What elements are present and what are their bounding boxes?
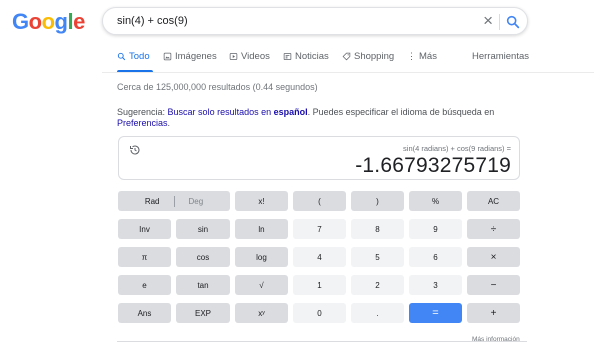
video-icon [229,53,238,60]
percent-key[interactable]: % [409,191,462,211]
tab-imagenes[interactable]: Imágenes [163,51,217,62]
digit-2-key[interactable]: 2 [351,275,404,295]
open-paren-key[interactable]: ( [293,191,346,211]
tab-label: Videos [241,51,270,62]
tab-noticias[interactable]: Noticias [283,51,329,62]
tab-label: Shopping [354,51,395,62]
image-icon [163,52,172,61]
logo-letter: g [54,9,68,34]
exp-key[interactable]: EXP [176,303,230,323]
tab-label: Más [419,51,437,62]
tab-videos[interactable]: Videos [229,51,270,62]
more-vert-icon: ⋮ [407,51,416,61]
multiply-key[interactable]: × [467,247,520,267]
calculator-display: sin(4 radians) + cos(9 radians) = -1.667… [118,136,520,180]
tools-label: Herramientas [472,51,530,62]
digit-5-key[interactable]: 5 [351,247,404,267]
clear-icon[interactable]: × [483,11,493,31]
divide-key[interactable]: ÷ [467,219,520,239]
digit-6-key[interactable]: 6 [409,247,462,267]
digit-1-key[interactable]: 1 [293,275,346,295]
deg-label: Deg [188,196,204,206]
digit-4-key[interactable]: 4 [293,247,346,267]
logo-letter: o [28,9,42,34]
close-paren-key[interactable]: ) [351,191,404,211]
search-tabs: Todo Imágenes Videos Noticias Shopping ⋮… [117,51,530,71]
tab-label: Imágenes [175,51,217,62]
suggestion-middle: . Puedes especificar el idioma de búsque… [307,107,495,117]
subtract-key[interactable]: − [467,275,520,295]
logo-letter: G [12,9,29,34]
logo-letter: e [73,9,85,34]
suggestion-link-bold: español [273,107,308,117]
decimal-key[interactable]: . [351,303,404,323]
tan-key[interactable]: tan [176,275,230,295]
all-clear-key[interactable]: AC [467,191,520,211]
rad-label: Rad [144,196,160,206]
digit-9-key[interactable]: 9 [409,219,462,239]
digit-0-key[interactable]: 0 [293,303,346,323]
bottom-divider [117,341,527,342]
add-key[interactable]: + [467,303,520,323]
calculator-result: -1.66793275719 [355,154,511,177]
factorial-key[interactable]: x! [235,191,288,211]
calculator-expression: sin(4 radians) + cos(9 radians) = [403,144,511,153]
digit-7-key[interactable]: 7 [293,219,346,239]
preferences-link[interactable]: Preferencias [117,118,168,128]
search-input[interactable]: sin(4) + cos(9) [117,15,188,27]
logo-letter: o [41,9,55,34]
cos-key[interactable]: cos [176,247,230,267]
language-suggestion: Sugerencia: Buscar solo resultados en es… [117,107,517,129]
ln-key[interactable]: ln [235,219,288,239]
power-key[interactable]: xʸ [235,303,288,323]
search-icon[interactable] [505,14,521,30]
tools-button[interactable]: Herramientas [472,51,529,62]
search-divider [499,14,500,30]
google-logo[interactable]: Google [12,9,85,35]
search-box[interactable]: sin(4) + cos(9) × [102,7,528,35]
sin-key[interactable]: sin [176,219,230,239]
digit-3-key[interactable]: 3 [409,275,462,295]
rad-deg-toggle[interactable]: Rad Deg [118,191,230,211]
euler-key[interactable]: e [118,275,171,295]
suggestion-prefix: Sugerencia: [117,107,168,117]
tag-icon [342,52,351,61]
spanish-only-link[interactable]: Buscar solo resultados en español [168,107,308,117]
result-stats: Cerca de 125,000,000 resultados (0.44 se… [117,82,318,92]
tab-mas[interactable]: ⋮ Más [407,51,437,62]
news-icon [283,53,292,60]
sqrt-key[interactable]: √ [235,275,288,295]
equals-key[interactable]: = [409,303,462,323]
tab-todo[interactable]: Todo [117,51,150,62]
answer-key[interactable]: Ans [118,303,171,323]
tab-label: Todo [129,51,150,62]
pi-key[interactable]: π [118,247,171,267]
tabs-divider [102,72,594,73]
search-icon [117,52,126,61]
log-key[interactable]: log [235,247,288,267]
digit-8-key[interactable]: 8 [351,219,404,239]
suggestion-suffix: . [167,118,171,128]
inverse-key[interactable]: Inv [118,219,171,239]
toggle-separator [173,195,175,207]
tab-shopping[interactable]: Shopping [342,51,394,62]
history-icon[interactable] [129,144,141,156]
calculator-widget: sin(4 radians) + cos(9 radians) = -1.667… [112,135,525,335]
tab-label: Noticias [295,51,329,62]
suggestion-link-text: Buscar solo resultados en [167,107,274,117]
